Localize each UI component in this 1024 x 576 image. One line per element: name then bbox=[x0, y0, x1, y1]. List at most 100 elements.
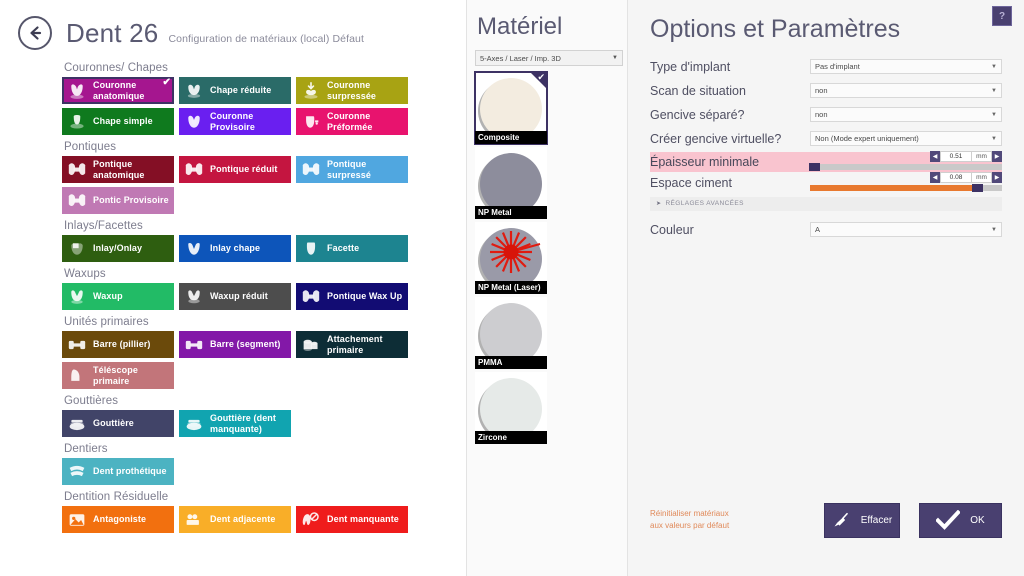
slider-decrement-button[interactable]: ◀ bbox=[930, 151, 940, 162]
indication-tile[interactable]: Barre (pillier) bbox=[62, 331, 174, 358]
indication-tile[interactable]: Couronne surpressée bbox=[296, 77, 408, 104]
indication-tile[interactable]: Pontic Provisoire bbox=[62, 187, 174, 214]
indication-tile-label: Barre (segment) bbox=[206, 339, 285, 349]
indication-tile[interactable]: Gouttière (dent manquante) bbox=[179, 410, 291, 437]
advanced-settings-toggle[interactable]: ➤ RÉGLAGES AVANCÉES bbox=[650, 197, 1002, 211]
ok-button-label: OK bbox=[970, 515, 984, 526]
slider-stepper: ◀ 0.08 mm ▶ bbox=[930, 172, 1002, 183]
indication-tile[interactable]: Inlay chape bbox=[179, 235, 291, 262]
slider-increment-button[interactable]: ▶ bbox=[992, 151, 1002, 162]
reset-note-line2: aux valeurs par défaut bbox=[650, 520, 810, 532]
indication-tile-label: Couronne surpressée bbox=[323, 80, 408, 100]
option-field-select[interactable]: non ▼ bbox=[810, 107, 1002, 122]
indication-tile[interactable]: Pontique réduit bbox=[179, 156, 291, 183]
ok-button[interactable]: OK bbox=[919, 503, 1002, 538]
indication-tile[interactable]: Dent prothétique bbox=[62, 458, 174, 485]
slider-track-wrap: ◀ 0.08 mm ▶ bbox=[810, 173, 1002, 193]
slider-unit: mm bbox=[972, 172, 992, 183]
chevron-down-icon: ▼ bbox=[991, 227, 997, 233]
veneer-icon bbox=[299, 237, 323, 261]
option-slider-row: Épaisseur minimale ◀ 0.51 mm ▶ bbox=[650, 152, 1002, 172]
indication-tile-label: Gouttière (dent manquante) bbox=[206, 413, 291, 433]
indication-tile[interactable]: Antagoniste bbox=[62, 506, 174, 533]
indication-tile[interactable]: Attachement primaire bbox=[296, 331, 408, 358]
materials-configuration-window: Dent 26 Configuration de matériaux (loca… bbox=[0, 0, 1024, 576]
indication-group: Dentition Résiduelle Antagoniste Dent ad… bbox=[62, 491, 466, 533]
indication-tile-label: Dent manquante bbox=[323, 514, 403, 524]
material-grid: Composite✔NP Metal NP Metal (Laser) PMMA Z… bbox=[475, 72, 619, 444]
indication-tile-row: Pontique anatomique Pontique réduit Pont… bbox=[62, 156, 466, 183]
indication-tile[interactable]: Gouttière bbox=[62, 410, 174, 437]
material-card[interactable]: NP Metal bbox=[475, 147, 547, 219]
indication-tile[interactable]: Barre (segment) bbox=[179, 331, 291, 358]
option-field-select[interactable]: Non (Mode expert uniquement) ▼ bbox=[810, 131, 1002, 146]
option-field-select[interactable]: Pas d'implant ▼ bbox=[810, 59, 1002, 74]
color-select[interactable]: A ▼ bbox=[810, 222, 1002, 237]
slider-track[interactable] bbox=[810, 185, 1002, 191]
option-field-value: Pas d'implant bbox=[815, 62, 860, 71]
slider-decrement-button[interactable]: ◀ bbox=[930, 172, 940, 183]
indication-tile[interactable]: Couronne Provisoire bbox=[179, 108, 291, 135]
indication-tile[interactable]: Facette bbox=[296, 235, 408, 262]
slider-thumb[interactable] bbox=[972, 184, 983, 192]
indication-tile-label: Pontique Wax Up bbox=[323, 291, 406, 301]
back-arrow-icon[interactable] bbox=[18, 16, 52, 50]
check-icon: ✔ bbox=[537, 73, 545, 82]
help-button[interactable]: ? bbox=[992, 6, 1012, 26]
indication-tile-label: Attachement primaire bbox=[323, 334, 408, 354]
option-field-label: Type d'implant bbox=[650, 60, 810, 74]
indication-tile[interactable]: Waxup bbox=[62, 283, 174, 310]
options-form: Type d'implant Pas d'implant ▼ Scan de s… bbox=[628, 44, 1024, 241]
indication-group-label: Couronnes/ Chapes bbox=[64, 62, 466, 74]
indication-tile[interactable]: Waxup réduit bbox=[179, 283, 291, 310]
splint-icon bbox=[65, 412, 89, 436]
bar-abutment-icon bbox=[65, 333, 89, 357]
color-select-value: A bbox=[815, 225, 820, 234]
slider-increment-button[interactable]: ▶ bbox=[992, 172, 1002, 183]
material-filter-select[interactable]: 5-Axes / Laser / Imp. 3D ▼ bbox=[475, 50, 623, 66]
indication-tile-label: Facette bbox=[323, 243, 363, 253]
material-card[interactable]: Zircone bbox=[475, 372, 547, 444]
indication-tile-label: Pontique réduit bbox=[206, 164, 282, 174]
slider-value[interactable]: 0.08 bbox=[940, 172, 972, 183]
attachment-icon bbox=[299, 333, 323, 357]
option-slider-row: Espace ciment ◀ 0.08 mm ▶ bbox=[650, 173, 1002, 193]
indication-tile-label: Téléscope primaire bbox=[89, 365, 174, 385]
indication-tile[interactable]: Chape réduite bbox=[179, 77, 291, 104]
slider-track[interactable] bbox=[810, 164, 1002, 170]
indication-tile[interactable]: Pontique anatomique bbox=[62, 156, 174, 183]
slider-thumb[interactable] bbox=[809, 163, 820, 171]
indication-tile-label: Dent adjacente bbox=[206, 514, 279, 524]
slider-value[interactable]: 0.51 bbox=[940, 151, 972, 162]
indication-tile-label: Couronne Provisoire bbox=[206, 111, 291, 131]
indication-group-label: Gouttières bbox=[64, 395, 466, 407]
chevron-down-icon: ▼ bbox=[991, 136, 997, 142]
option-field-label: Créer gencive virtuelle? bbox=[650, 132, 810, 146]
reset-materials-note[interactable]: Réinitialiser matériaux aux valeurs par … bbox=[650, 508, 810, 531]
material-card[interactable]: Composite✔ bbox=[475, 72, 547, 144]
option-field-select[interactable]: non ▼ bbox=[810, 83, 1002, 98]
indication-tile[interactable]: Dent manquante bbox=[296, 506, 408, 533]
coping-icon bbox=[65, 110, 89, 134]
indication-tile[interactable]: Couronne Préformée bbox=[296, 108, 408, 135]
indication-tile[interactable]: Inlay/Onlay bbox=[62, 235, 174, 262]
chevron-down-icon: ▼ bbox=[612, 55, 618, 61]
material-card[interactable]: NP Metal (Laser) bbox=[475, 222, 547, 294]
option-field-row: Gencive séparé? non ▼ bbox=[650, 104, 1002, 126]
erase-button[interactable]: Effacer bbox=[824, 503, 900, 538]
slider-track-wrap: ◀ 0.51 mm ▶ bbox=[810, 152, 1002, 172]
advanced-settings-label: RÉGLAGES AVANCÉES bbox=[665, 200, 743, 207]
indication-tile[interactable]: Pontique surpressé bbox=[296, 156, 408, 183]
material-name: PMMA bbox=[475, 356, 547, 369]
indication-group-label: Pontiques bbox=[64, 141, 466, 153]
material-card[interactable]: PMMA bbox=[475, 297, 547, 369]
indication-tile-label: Gouttière bbox=[89, 418, 138, 428]
indication-tile[interactable]: Chape simple bbox=[62, 108, 174, 135]
indication-tile[interactable]: Pontique Wax Up bbox=[296, 283, 408, 310]
indication-tile-label: Couronne Préformée bbox=[323, 111, 408, 131]
indication-tile[interactable]: Téléscope primaire bbox=[62, 362, 174, 389]
indication-tile-row: Antagoniste Dent adjacente Dent manquant… bbox=[62, 506, 466, 533]
indication-tile[interactable]: Couronne anatomique✔ bbox=[62, 77, 174, 104]
denture-tooth-icon bbox=[65, 460, 89, 484]
indication-tile[interactable]: Dent adjacente bbox=[179, 506, 291, 533]
